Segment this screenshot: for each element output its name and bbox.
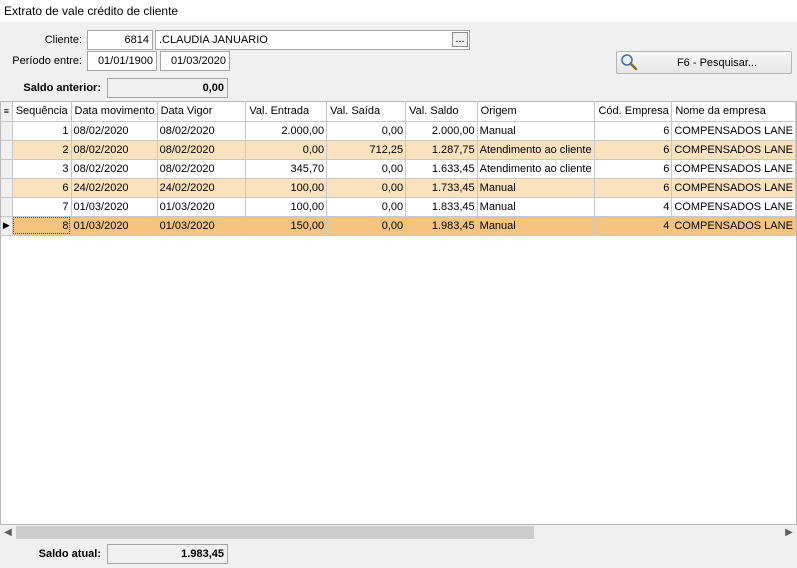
cell-cod-empresa: 6 [594,178,673,198]
cell-sequencia: 1 [12,121,72,141]
cell-val-saida: 0,00 [326,197,407,217]
column-header[interactable]: Data Vigor [157,102,247,122]
cell-val-saida: 0,00 [326,216,407,236]
column-header[interactable]: Val. Entrada [245,102,328,122]
grid-header-row: ≡ Sequência Data movimento Data Vigor Va… [1,102,796,122]
cell-data-movimento: 08/02/2020 [71,140,158,160]
saldo-atual-value: 1.983,45 [107,544,228,564]
cell-val-saida: 0,00 [326,121,407,141]
saldo-anterior-label: Saldo anterior: [23,82,101,94]
cell-nome-empresa: COMPENSADOS LANE [671,159,796,179]
row-indicator [1,197,13,217]
cell-origem: Manual [477,121,596,141]
cliente-nome-field[interactable]: .CLAUDIA JANUARIO [155,30,470,50]
cell-cod-empresa: 4 [594,216,673,236]
cell-data-movimento: 08/02/2020 [71,159,158,179]
cliente-label: Cliente: [44,34,82,46]
cell-val-entrada: 150,00 [245,216,328,236]
scroll-left-icon[interactable]: ◀ [0,525,16,541]
window-title: Extrato de vale crédito de cliente [0,0,797,22]
column-chooser-icon[interactable]: ≡ [1,102,13,122]
cell-origem: Atendimento ao cliente [477,159,596,179]
data-inicio-field[interactable]: 01/01/1900 [87,51,157,71]
table-row[interactable]: 1 08/02/2020 08/02/2020 2.000,00 0,00 2.… [1,121,796,141]
cell-val-saldo: 1.633,45 [405,159,478,179]
column-header[interactable]: Sequência [12,102,72,122]
cell-data-movimento: 08/02/2020 [71,121,158,141]
cell-val-entrada: 345,70 [245,159,328,179]
cell-val-saldo: 1.983,45 [405,216,478,236]
saldo-atual-label: Saldo atual: [38,548,101,560]
cell-cod-empresa: 4 [594,197,673,217]
scrollbar-thumb[interactable] [16,526,534,539]
cell-val-saida: 0,00 [326,159,407,179]
cell-nome-empresa: COMPENSADOS LANE [671,121,796,141]
current-row-arrow-icon: ▶ [1,216,13,236]
cell-data-vigor: 24/02/2020 [157,178,247,198]
cell-sequencia: 6 [12,178,72,198]
cell-data-vigor: 01/03/2020 [157,216,247,236]
cell-origem: Manual [477,216,596,236]
cell-origem: Atendimento ao cliente [477,140,596,160]
cell-data-movimento: 24/02/2020 [71,178,158,198]
table-row[interactable]: 6 24/02/2020 24/02/2020 100,00 0,00 1.73… [1,178,796,198]
cell-sequencia: 2 [12,140,72,160]
cell-val-saldo: 1.833,45 [405,197,478,217]
row-indicator [1,159,13,179]
cell-val-saldo: 2.000,00 [405,121,478,141]
cell-val-entrada: 100,00 [245,197,328,217]
column-header[interactable]: Data movimento [71,102,158,122]
periodo-label: Período entre: [12,55,82,67]
search-icon [620,53,638,71]
pesquisar-label: F6 - Pesquisar... [676,57,758,69]
cell-data-vigor: 01/03/2020 [157,197,247,217]
row-indicator [1,140,13,160]
cell-nome-empresa: COMPENSADOS LANE [671,197,796,217]
column-header[interactable]: Val. Saída [326,102,407,122]
cell-data-vigor: 08/02/2020 [157,140,247,160]
cell-val-entrada: 100,00 [245,178,328,198]
data-fim-field[interactable]: 01/03/2020 [160,51,230,71]
cell-cod-empresa: 6 [594,121,673,141]
saldo-anterior-value: 0,00 [107,78,228,98]
cell-sequencia: 8 [12,216,72,236]
row-indicator [1,121,13,141]
pesquisar-button[interactable]: F6 - Pesquisar... [616,51,792,74]
cell-nome-empresa: COMPENSADOS LANE [671,178,796,198]
cell-nome-empresa: COMPENSADOS LANE [671,140,796,160]
cell-val-saida: 0,00 [326,178,407,198]
extrato-table: ≡ Sequência Data movimento Data Vigor Va… [1,102,796,236]
cell-val-saldo: 1.733,45 [405,178,478,198]
table-row[interactable]: 7 01/03/2020 01/03/2020 100,00 0,00 1.83… [1,197,796,217]
table-row[interactable]: 3 08/02/2020 08/02/2020 345,70 0,00 1.63… [1,159,796,179]
cell-cod-empresa: 6 [594,140,673,160]
cell-cod-empresa: 6 [594,159,673,179]
cell-data-movimento: 01/03/2020 [71,216,158,236]
cell-origem: Manual [477,178,596,198]
table-row[interactable]: 2 08/02/2020 08/02/2020 0,00 712,25 1.28… [1,140,796,160]
cell-sequencia: 7 [12,197,72,217]
column-header[interactable]: Origem [477,102,596,122]
column-header[interactable]: Val. Saldo [405,102,478,122]
column-header[interactable]: Cód. Empresa [594,102,673,122]
row-indicator [1,178,13,198]
cliente-codigo-field[interactable]: 6814 [87,30,153,50]
cell-val-saida: 712,25 [326,140,407,160]
cell-data-movimento: 01/03/2020 [71,197,158,217]
scroll-right-icon[interactable]: ▶ [781,525,797,541]
column-header[interactable]: Nome da empresa [671,102,796,122]
cell-val-saldo: 1.287,75 [405,140,478,160]
cell-origem: Manual [477,197,596,217]
cell-nome-empresa: COMPENSADOS LANE [671,216,796,236]
cell-data-vigor: 08/02/2020 [157,159,247,179]
cell-val-entrada: 0,00 [245,140,328,160]
cell-data-vigor: 08/02/2020 [157,121,247,141]
cell-val-entrada: 2.000,00 [245,121,328,141]
cell-sequencia: 3 [12,159,72,179]
horizontal-scrollbar[interactable]: ◀ ▶ [0,525,797,541]
extrato-grid[interactable]: ≡ Sequência Data movimento Data Vigor Va… [0,101,797,525]
cliente-lookup-button[interactable]: ... [452,32,468,47]
table-row-selected[interactable]: ▶ 8 01/03/2020 01/03/2020 150,00 0,00 1.… [1,216,796,236]
